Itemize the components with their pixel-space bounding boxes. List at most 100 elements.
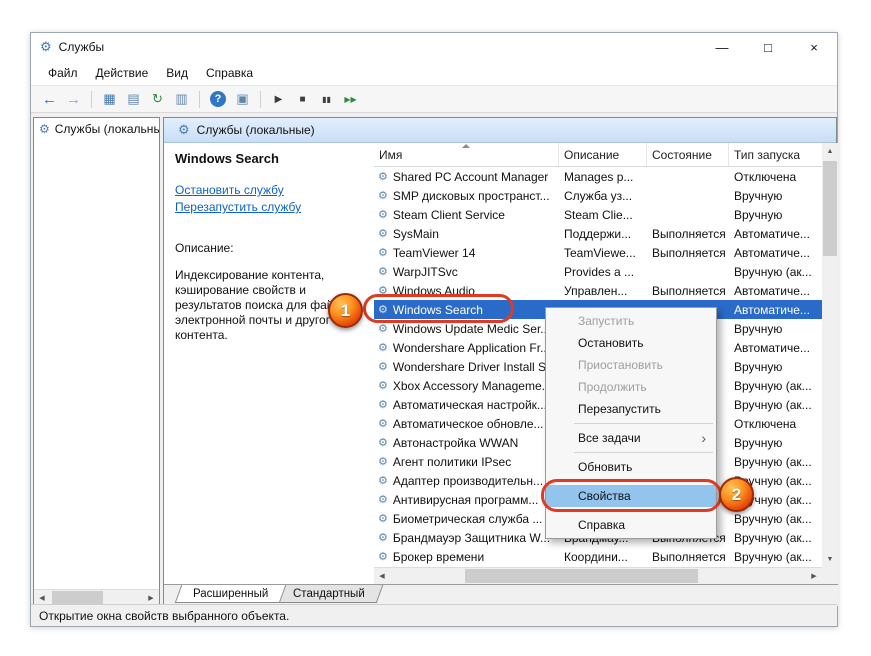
service-name-cell: ⚙ Брокер времени bbox=[374, 550, 559, 564]
scroll-track[interactable] bbox=[50, 590, 143, 605]
context-menu-item-stop[interactable]: Остановить bbox=[546, 332, 716, 354]
titlebar: ⚙ Службы — □ × bbox=[31, 33, 837, 61]
service-name: Биометрическая служба ... bbox=[392, 511, 543, 526]
service-name: Брандмауэр Защитника W... bbox=[392, 530, 551, 545]
service-gear-icon: ⚙ bbox=[378, 494, 388, 506]
window-title: Службы bbox=[58, 40, 105, 54]
forward-button[interactable]: → bbox=[63, 89, 84, 110]
service-name: Windows Update Medic Ser... bbox=[392, 321, 551, 336]
view-tab-extended[interactable]: Расширенный bbox=[174, 585, 287, 603]
menu-item[interactable]: Справка bbox=[197, 66, 262, 80]
app-gear-icon: ⚙ bbox=[40, 39, 52, 54]
pause-service-button[interactable]: ▮▮ bbox=[316, 89, 337, 110]
service-startup-type: Автоматиче... bbox=[734, 302, 810, 317]
tab-label: Расширенный bbox=[193, 587, 269, 600]
service-gear-icon: ⚙ bbox=[378, 266, 388, 278]
context-menu-item-pause: Приостановить bbox=[578, 358, 663, 372]
service-name-cell: ⚙ Биометрическая служба ... bbox=[374, 512, 559, 526]
service-gear-icon: ⚙ bbox=[378, 513, 388, 525]
service-gear-icon: ⚙ bbox=[378, 418, 388, 430]
annotation-badge-1: 1 bbox=[328, 293, 363, 328]
close-button[interactable]: × bbox=[791, 33, 837, 61]
context-menu-item-restart[interactable]: Перезапустить bbox=[546, 398, 716, 420]
service-name-cell: ⚙ Windows Update Medic Ser... bbox=[374, 322, 559, 336]
refresh-button[interactable]: ↻ bbox=[147, 89, 168, 110]
minimize-button[interactable]: — bbox=[699, 33, 745, 61]
scroll-up-icon[interactable]: ▲ bbox=[822, 143, 838, 159]
toolbar-separator bbox=[199, 90, 200, 108]
context-menu-item-all-tasks[interactable]: Все задачи › bbox=[546, 427, 716, 449]
toolbar-separator bbox=[91, 90, 92, 108]
scroll-left-icon[interactable]: ◀ bbox=[374, 568, 390, 584]
context-menu-item-resume: Продолжить bbox=[578, 380, 647, 394]
properties-window-button[interactable]: ▣ bbox=[232, 89, 253, 110]
export-list-button[interactable]: ▤ bbox=[123, 89, 144, 110]
context-menu-item-help[interactable]: Справка bbox=[546, 514, 716, 536]
service-startup-type: Автоматиче... bbox=[734, 245, 810, 260]
service-row[interactable]: ⚙ Брокер времени Координи... Выполняется Вру… bbox=[374, 547, 822, 566]
column-header-description[interactable]: Описание bbox=[559, 143, 647, 166]
service-startup-type: Вручную (ак... bbox=[734, 549, 812, 564]
maximize-button[interactable]: □ bbox=[745, 33, 791, 61]
service-name-cell: ⚙ Брандмауэр Защитника W... bbox=[374, 531, 559, 545]
scroll-track[interactable] bbox=[390, 568, 806, 584]
service-description: Управлен... bbox=[564, 283, 628, 298]
menu-separator bbox=[574, 423, 713, 424]
service-startup-type: Вручную bbox=[734, 321, 783, 336]
tab-label: Стандартный bbox=[293, 587, 366, 600]
restart-service-link[interactable]: Перезапустить службу bbox=[175, 200, 366, 214]
column-header-startup-type[interactable]: Тип запуска bbox=[729, 143, 822, 166]
service-row[interactable]: ⚙ SMP дисковых пространст... Служба уз... В… bbox=[374, 186, 822, 205]
service-row[interactable]: ⚙ SysMain Поддержи... Выполняется Автоматиче… bbox=[374, 224, 822, 243]
service-name-cell: ⚙ Xbox Accessory Manageme... bbox=[374, 379, 559, 393]
help-button[interactable]: ? bbox=[210, 91, 226, 107]
show-console-tree-button[interactable]: ▦ bbox=[99, 89, 120, 110]
service-name-cell: ⚙ SysMain bbox=[374, 227, 559, 241]
scroll-down-icon[interactable]: ▼ bbox=[822, 551, 838, 567]
service-startup-type: Вручную (ак... bbox=[734, 264, 812, 279]
tree-item-label: Службы (локальны bbox=[54, 122, 159, 136]
service-status: Выполняется bbox=[652, 226, 726, 241]
service-name-cell: ⚙ Shared PC Account Manager bbox=[374, 170, 559, 184]
stop-service-link[interactable]: Остановить службу bbox=[175, 183, 366, 197]
service-description: Steam Clie... bbox=[564, 207, 633, 222]
scroll-thumb[interactable] bbox=[52, 591, 104, 604]
service-name: Автоматическое обновле... bbox=[392, 416, 544, 431]
view-tab-standard[interactable]: Стандартный bbox=[275, 585, 384, 603]
context-menu-item-start: Запустить bbox=[578, 314, 635, 328]
result-pane: ⚙ Службы (локальные) Windows Search Оста… bbox=[163, 117, 838, 606]
menu-item[interactable]: Вид bbox=[157, 66, 197, 80]
service-name-cell: ⚙ Автоматическое обновле... bbox=[374, 417, 559, 431]
service-row[interactable]: ⚙ WarpJITSvc Provides a ... Вручную (ак... bbox=[374, 262, 822, 281]
service-name: Xbox Accessory Manageme... bbox=[392, 378, 552, 393]
export-button[interactable]: ▥ bbox=[171, 89, 192, 110]
service-name-cell: ⚙ Wondershare Application Fr... bbox=[374, 341, 559, 355]
service-gear-icon: ⚙ bbox=[378, 361, 388, 373]
service-name-cell: ⚙ Агент политики IPsec bbox=[374, 455, 559, 469]
service-gear-icon: ⚙ bbox=[378, 190, 388, 202]
menu-item[interactable]: Действие bbox=[87, 66, 158, 80]
tree-item-services-local[interactable]: ⚙ Службы (локальны bbox=[34, 118, 159, 139]
scroll-thumb[interactable] bbox=[464, 569, 698, 583]
service-row[interactable]: ⚙ Steam Client Service Steam Clie... Вручну… bbox=[374, 205, 822, 224]
scroll-right-icon[interactable]: ▶ bbox=[806, 568, 822, 584]
scroll-thumb[interactable] bbox=[823, 161, 837, 256]
toolbar-separator bbox=[260, 90, 261, 108]
stop-service-button[interactable]: ■ bbox=[292, 89, 313, 110]
back-button[interactable]: ← bbox=[39, 89, 60, 110]
service-name-cell: ⚙ Автонастройка WWAN bbox=[374, 436, 559, 450]
window-controls: — □ × bbox=[699, 33, 837, 61]
service-status: Выполняется bbox=[652, 245, 726, 260]
service-name: Брокер времени bbox=[392, 549, 485, 564]
start-service-button[interactable]: ▶ bbox=[268, 89, 289, 110]
service-gear-icon: ⚙ bbox=[378, 475, 388, 487]
service-row[interactable]: ⚙ Shared PC Account Manager Manages p... От… bbox=[374, 167, 822, 186]
context-menu-item-refresh[interactable]: Обновить bbox=[546, 456, 716, 478]
service-row[interactable]: ⚙ TeamViewer 14 TeamViewe... Выполняется Авт… bbox=[374, 243, 822, 262]
restart-service-button[interactable]: ▶▶ bbox=[340, 89, 361, 110]
menu-item[interactable]: Файл bbox=[39, 66, 87, 80]
column-header-status[interactable]: Состояние bbox=[647, 143, 729, 166]
column-header-name[interactable]: Имя bbox=[374, 143, 559, 166]
service-startup-type: Вручную bbox=[734, 207, 783, 222]
service-name: Shared PC Account Manager bbox=[392, 169, 549, 184]
